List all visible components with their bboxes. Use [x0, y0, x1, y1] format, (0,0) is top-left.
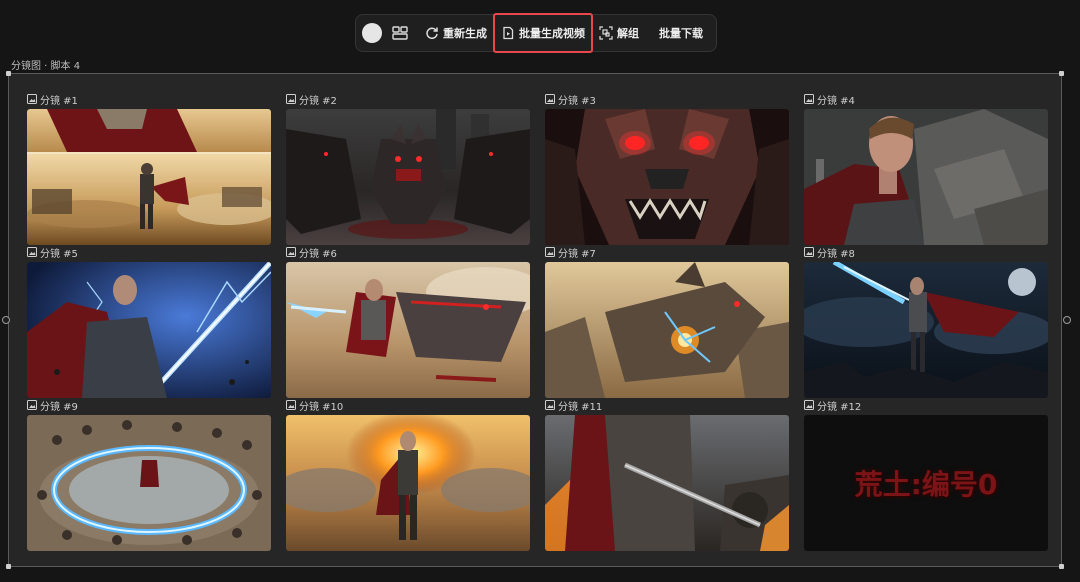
batch-video-label: 批量生成视频	[519, 27, 585, 40]
shot-2-scene	[286, 109, 530, 245]
ungroup-icon	[599, 26, 613, 40]
image-icon	[286, 94, 296, 104]
shot-8-scene	[804, 262, 1048, 398]
regenerate-label: 重新生成	[443, 27, 487, 40]
shot-label: 分镜 #8	[804, 246, 855, 260]
shot-4-scene	[804, 109, 1048, 245]
shot-image-11[interactable]	[545, 415, 789, 551]
image-icon	[27, 400, 37, 410]
shot-label: 分镜 #11	[545, 399, 602, 413]
title-card-text: 荒土:编号0	[854, 468, 998, 501]
image-icon	[545, 400, 555, 410]
resize-handle-bottom-left[interactable]	[6, 564, 11, 569]
shot-image-5[interactable]	[27, 262, 271, 398]
shot-9-scene	[27, 415, 271, 551]
floating-toolbar: 重新生成 批量生成视频 解组 批量下载	[355, 13, 717, 53]
shot-label: 分镜 #2	[286, 93, 337, 107]
shot-label: 分镜 #1	[27, 93, 78, 107]
shot-6-scene	[286, 262, 530, 398]
image-icon	[804, 94, 814, 104]
image-icon	[27, 94, 37, 104]
shot-3-scene	[545, 109, 789, 245]
shot-label: 分镜 #12	[804, 399, 861, 413]
regenerate-button[interactable]: 重新生成	[419, 18, 493, 48]
shot-label: 分镜 #9	[27, 399, 78, 413]
connect-handle-right[interactable]	[1063, 316, 1071, 324]
shot-label: 分镜 #3	[545, 93, 596, 107]
image-icon	[286, 400, 296, 410]
shot-image-1[interactable]	[27, 109, 271, 245]
shot-5-scene	[27, 262, 271, 398]
image-icon	[804, 247, 814, 257]
shot-label: 分镜 #4	[804, 93, 855, 107]
image-icon	[27, 247, 37, 257]
group-label: 分镜图 · 脚本 4	[11, 61, 81, 72]
resize-handle-bottom-right[interactable]	[1059, 564, 1064, 569]
batch-download-button[interactable]: 批量下载	[653, 18, 709, 48]
shot-label: 分镜 #5	[27, 246, 78, 260]
layout-grid-button[interactable]	[391, 24, 409, 42]
batch-video-button[interactable]: 批量生成视频	[493, 13, 593, 53]
image-icon	[545, 94, 555, 104]
shot-label: 分镜 #6	[286, 246, 337, 260]
ungroup-label: 解组	[617, 27, 639, 40]
shot-1-scene	[27, 109, 271, 245]
shot-image-3[interactable]	[545, 109, 789, 245]
shot-image-2[interactable]	[286, 109, 530, 245]
resize-handle-top-left[interactable]	[6, 71, 11, 76]
video-edit-icon	[503, 26, 514, 40]
shot-image-4[interactable]	[804, 109, 1048, 245]
shot-image-6[interactable]	[286, 262, 530, 398]
shot-image-9[interactable]	[27, 415, 271, 551]
connect-handle-left[interactable]	[2, 316, 10, 324]
resize-handle-top-right[interactable]	[1059, 71, 1064, 76]
image-icon	[286, 247, 296, 257]
color-circle-icon[interactable]	[362, 23, 382, 43]
shot-label: 分镜 #7	[545, 246, 596, 260]
refresh-icon	[426, 27, 438, 40]
ungroup-button[interactable]: 解组	[593, 18, 645, 48]
shot-label: 分镜 #10	[286, 399, 343, 413]
shot-image-12[interactable]: 荒土:编号0	[804, 415, 1048, 551]
batch-download-label: 批量下载	[659, 27, 703, 40]
shot-10-scene	[286, 415, 530, 551]
image-icon	[804, 400, 814, 410]
image-icon	[545, 247, 555, 257]
shot-7-scene	[545, 262, 789, 398]
shot-image-10[interactable]	[286, 415, 530, 551]
shot-image-8[interactable]	[804, 262, 1048, 398]
layout-grid-icon	[392, 26, 408, 40]
shot-11-scene	[545, 415, 789, 551]
shot-image-7[interactable]	[545, 262, 789, 398]
